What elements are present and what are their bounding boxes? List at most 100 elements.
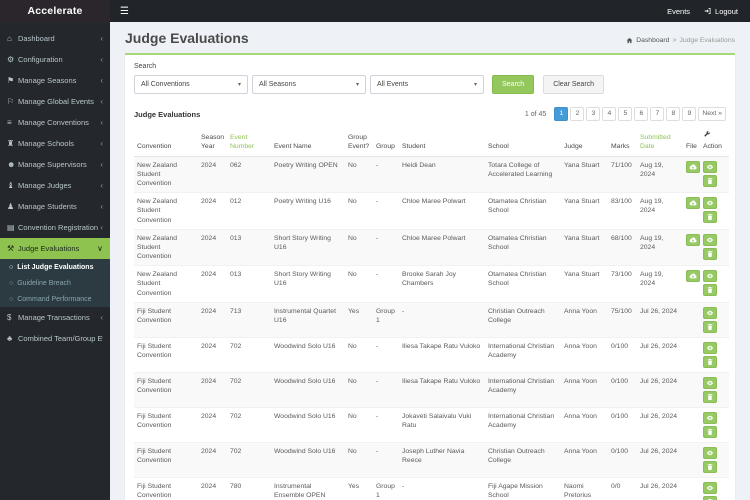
delete-button[interactable] bbox=[703, 284, 717, 297]
view-button[interactable] bbox=[703, 270, 717, 283]
sidebar-item-configuration[interactable]: ⚙ Configuration ‹ bbox=[0, 49, 110, 70]
view-button[interactable] bbox=[703, 376, 717, 389]
trash-icon bbox=[707, 463, 713, 470]
nav-events-link[interactable]: Events bbox=[667, 7, 690, 16]
sidebar-submenu: ○ List Judge Evaluations ○ Guideline Breach… bbox=[0, 259, 110, 307]
delete-button[interactable] bbox=[703, 247, 717, 260]
cell-group_event: No bbox=[345, 156, 373, 194]
pagination-page-3[interactable]: 3 bbox=[586, 107, 601, 121]
view-button[interactable] bbox=[703, 160, 717, 173]
sidebar-item-label: Manage Students bbox=[18, 202, 77, 211]
view-button[interactable] bbox=[703, 233, 717, 246]
cell-student: Iliesa Takape Ratu Vuloko bbox=[399, 372, 485, 408]
cell-season_year: 2024 bbox=[198, 407, 227, 443]
conventions-filter-dropdown[interactable]: All Conventions ▾ bbox=[134, 75, 248, 94]
sidebar-item-label: Judge Evaluations bbox=[18, 244, 80, 253]
view-button[interactable] bbox=[703, 341, 717, 354]
sidebar-item-manage-students[interactable]: ♟ Manage Students ‹ bbox=[0, 196, 110, 217]
cell-convention: New Zealand Student Convention bbox=[134, 229, 198, 267]
delete-button[interactable] bbox=[703, 320, 717, 333]
seasons-filter-dropdown[interactable]: All Seasons ▾ bbox=[252, 75, 366, 94]
row-actions bbox=[703, 481, 726, 500]
top-navbar: Accelerate ☰ Events Logout bbox=[0, 0, 750, 22]
download-file-button[interactable] bbox=[686, 160, 700, 173]
manage-seasons-icon: ⚑ bbox=[7, 76, 15, 85]
clear-search-button[interactable]: Clear Search bbox=[543, 75, 605, 94]
sidebar-item-manage-supervisors[interactable]: ☻ Manage Supervisors ‹ bbox=[0, 154, 110, 175]
delete-button[interactable] bbox=[703, 355, 717, 368]
sidebar-item-dashboard[interactable]: ⌂ Dashboard ‹ bbox=[0, 28, 110, 49]
cell-action bbox=[700, 229, 729, 267]
cell-submitted_date: Jul 26, 2024 bbox=[637, 442, 683, 478]
trash-icon bbox=[707, 358, 713, 365]
events-filter-dropdown[interactable]: All Events ▾ bbox=[370, 75, 484, 94]
cell-event_number: 702 bbox=[227, 407, 271, 443]
pagination-page-4[interactable]: 4 bbox=[602, 107, 617, 121]
cell-event_number: 013 bbox=[227, 229, 271, 267]
row-actions bbox=[703, 341, 726, 368]
sidebar-item-manage-conventions[interactable]: ≡ Manage Conventions ‹ bbox=[0, 112, 110, 133]
breadcrumb-current: Judge Evaluations bbox=[679, 37, 735, 44]
pagination-page-7[interactable]: 7 bbox=[650, 107, 665, 121]
view-button[interactable] bbox=[703, 411, 717, 424]
view-button[interactable] bbox=[703, 197, 717, 210]
delete-button[interactable] bbox=[703, 495, 717, 500]
delete-button[interactable] bbox=[703, 390, 717, 403]
pagination-page-6[interactable]: 6 bbox=[634, 107, 649, 121]
sidebar-subitem-command-performance[interactable]: ○ Command Performance bbox=[0, 291, 110, 307]
breadcrumb-dashboard[interactable]: Dashboard bbox=[636, 37, 669, 44]
delete-button[interactable] bbox=[703, 174, 717, 187]
view-button[interactable] bbox=[703, 481, 717, 494]
sidebar-item-manage-schools[interactable]: ♜ Manage Schools ‹ bbox=[0, 133, 110, 154]
pagination-page-8[interactable]: 8 bbox=[666, 107, 681, 121]
cell-school: Otamatea Christian School bbox=[485, 229, 561, 267]
download-file-button[interactable] bbox=[686, 197, 700, 210]
sidebar-subitem-guideline-breach[interactable]: ○ Guideline Breach bbox=[0, 275, 110, 291]
column-header-event_number[interactable]: Event Number bbox=[227, 128, 271, 157]
cell-event_number: 702 bbox=[227, 337, 271, 373]
sidebar-item-label: Dashboard bbox=[18, 34, 55, 43]
delete-button[interactable] bbox=[703, 211, 717, 224]
view-button[interactable] bbox=[703, 306, 717, 319]
cell-event_name: Short Story Writing U16 bbox=[271, 265, 345, 303]
sidebar-item-manage-seasons[interactable]: ⚑ Manage Seasons ‹ bbox=[0, 70, 110, 91]
cell-event_number: 062 bbox=[227, 156, 271, 194]
pagination-page-9[interactable]: 9 bbox=[682, 107, 697, 121]
search-button[interactable]: Search bbox=[492, 75, 535, 94]
delete-button[interactable] bbox=[703, 460, 717, 473]
cell-submitted_date: Jul 26, 2024 bbox=[637, 372, 683, 408]
sidebar-item-convention-registrations[interactable]: ▤ Convention Registrations ‹ bbox=[0, 217, 110, 238]
pagination-page-1[interactable]: 1 bbox=[554, 107, 569, 121]
download-file-button[interactable] bbox=[686, 233, 700, 246]
sidebar-item-manage-judges[interactable]: ♝ Manage Judges ‹ bbox=[0, 175, 110, 196]
chevron-down-icon: ▾ bbox=[473, 82, 477, 88]
sidebar-item-label: Manage Global Events bbox=[18, 97, 94, 106]
cell-student: Joseph Luther Navia Reece bbox=[399, 442, 485, 478]
sidebar-subitem-list-judge-evaluations[interactable]: ○ List Judge Evaluations bbox=[0, 259, 110, 275]
cell-convention: Fiji Student Convention bbox=[134, 442, 198, 478]
sidebar-item-manage-global-events[interactable]: ⚐ Manage Global Events ‹ bbox=[0, 91, 110, 112]
column-header-event_name: Event Name bbox=[271, 128, 345, 157]
delete-button[interactable] bbox=[703, 425, 717, 438]
pagination-next-button[interactable]: Next » bbox=[698, 107, 726, 121]
cell-file bbox=[683, 192, 700, 230]
sidebar-toggle-icon[interactable]: ☰ bbox=[110, 6, 139, 17]
nav-logout-link[interactable]: Logout bbox=[704, 7, 738, 16]
pagination-page-2[interactable]: 2 bbox=[570, 107, 585, 121]
sidebar-item-judge-evaluations[interactable]: ⚒ Judge Evaluations ∨ bbox=[0, 238, 110, 259]
manage-supervisors-icon: ☻ bbox=[7, 160, 16, 169]
view-button[interactable] bbox=[703, 446, 717, 459]
sidebar-item-manage-transactions[interactable]: $ Manage Transactions ‹ bbox=[0, 307, 110, 328]
trash-icon bbox=[707, 214, 713, 221]
cell-marks: 0/0 bbox=[608, 477, 637, 500]
table-row: New Zealand Student Convention 2024 012 Poe… bbox=[134, 192, 729, 230]
sidebar-item-combined-team-group-events[interactable]: ♣ Combined Team/Group Events bbox=[0, 328, 110, 349]
cell-judge: Yana Stuart bbox=[561, 192, 608, 230]
pagination-page-5[interactable]: 5 bbox=[618, 107, 633, 121]
cell-action bbox=[700, 156, 729, 194]
eye-icon bbox=[707, 450, 713, 455]
cell-season_year: 2024 bbox=[198, 337, 227, 373]
column-header-submitted_date[interactable]: Submitted Date bbox=[637, 128, 683, 157]
cell-group_event: No bbox=[345, 337, 373, 373]
download-file-button[interactable] bbox=[686, 270, 700, 283]
